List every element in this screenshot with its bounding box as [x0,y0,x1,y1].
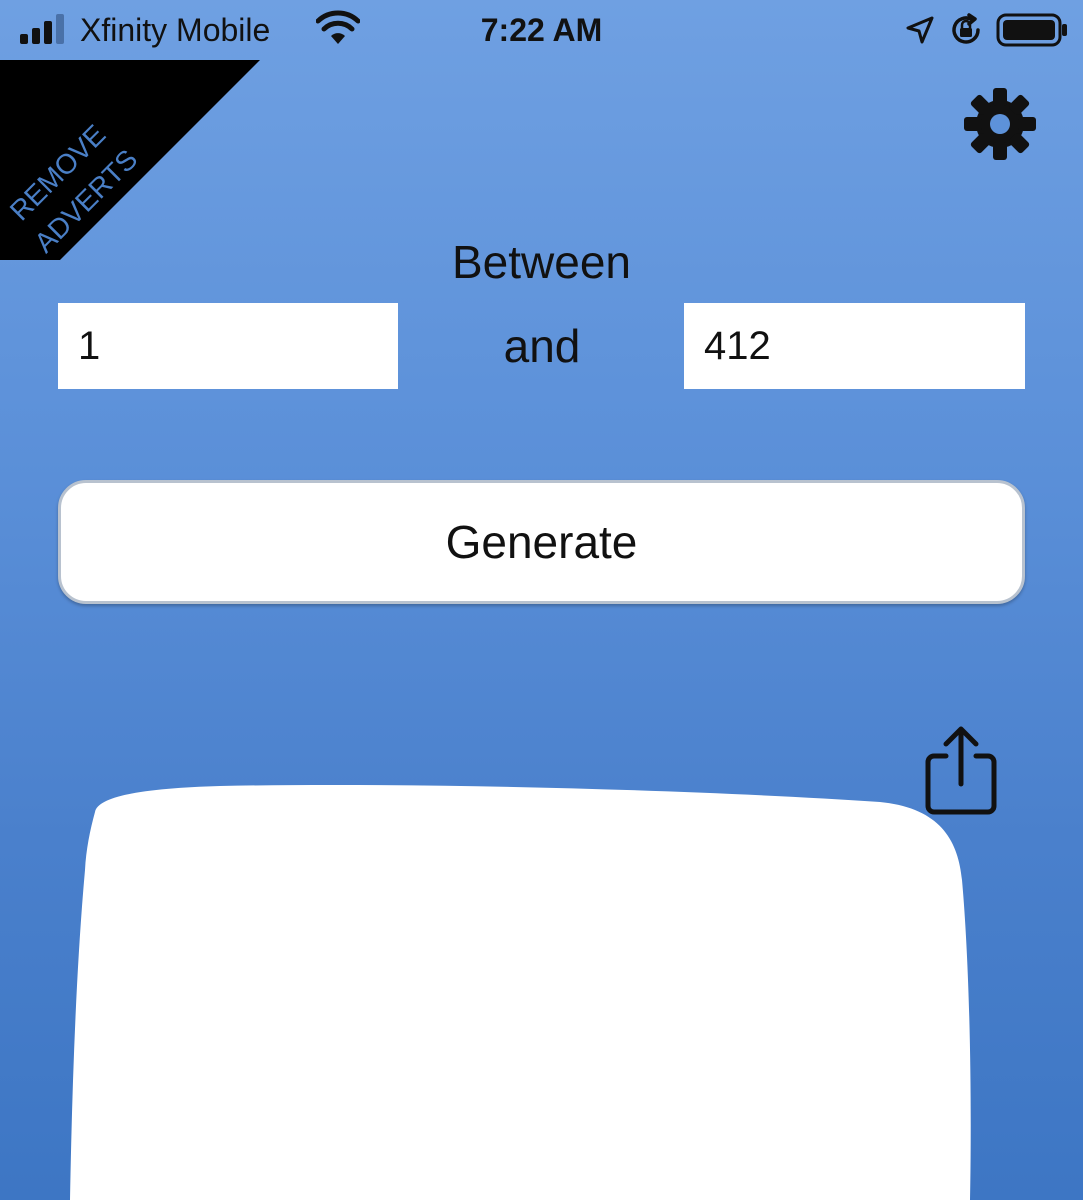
status-bar: Xfinity Mobile 7:22 AM [0,0,1083,60]
generate-button[interactable]: Generate [58,480,1025,604]
location-arrow-icon [906,16,934,44]
result-display-area [70,784,971,1200]
max-number-input[interactable] [684,303,1025,389]
gear-icon[interactable] [960,84,1040,164]
orientation-lock-icon [952,13,980,44]
between-label: Between [451,236,631,288]
and-label: and [503,320,581,372]
min-number-input[interactable] [58,303,398,389]
remove-adverts-banner[interactable]: REMOVE ADVERTS [0,60,260,260]
battery-icon [996,13,1067,47]
